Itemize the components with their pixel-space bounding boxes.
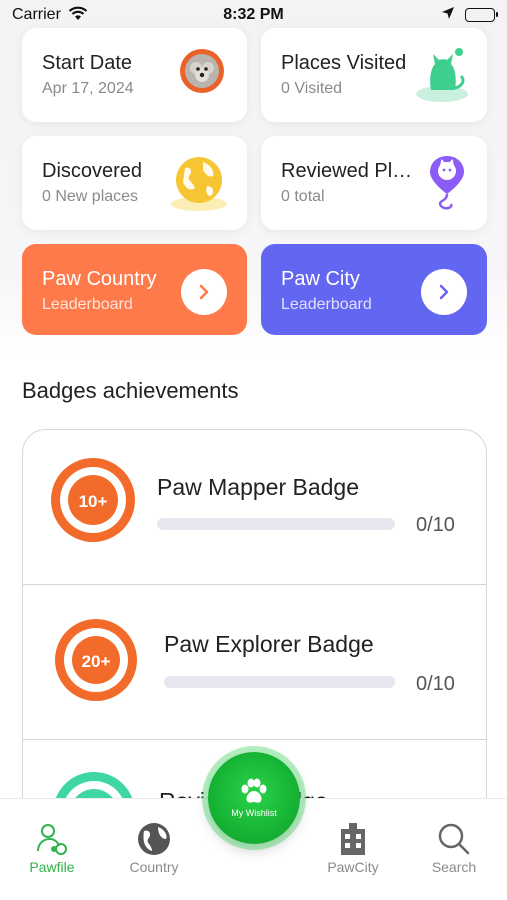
paw-country-title: Paw Country [42,268,157,290]
places-visited-title: Places Visited [281,52,407,74]
badges-section-title: Badges achievements [22,378,239,403]
search-icon [404,821,504,857]
paw-country-leaderboard-card[interactable]: Paw Country Leaderboard [22,244,247,335]
pawfile-icon [2,821,102,857]
badge-progress-bar [164,676,395,688]
start-date-value: Apr 17, 2024 [42,80,134,97]
tab-label: Pawfile [29,859,75,875]
svg-text:10+: 10+ [79,492,108,511]
discovered-value: 0 New places [42,188,139,205]
places-visited-value: 0 Visited [281,80,343,97]
paw-city-arrow-button[interactable] [421,269,467,315]
map-pin-cat-icon [427,154,467,217]
tab-pawcity[interactable]: PawCity [303,799,403,889]
reviewed-places-value: 0 total [281,188,325,205]
reviewed-places-title: Reviewed Places [281,160,423,182]
paw-icon [241,778,267,803]
location-arrow-icon [441,6,455,25]
globe-tab-icon [104,821,204,857]
tab-country[interactable]: Country [104,799,204,889]
cat-icon [415,44,469,107]
places-visited-card: Places Visited 0 Visited [261,28,487,122]
tab-pawfile[interactable]: Pawfile [2,799,102,889]
badge-name: Paw Explorer Badge [164,631,374,657]
badge-progress-count: 0/10 [416,673,455,695]
svg-text:20+: 20+ [82,652,111,671]
paw-city-subtitle: Leaderboard [281,296,372,313]
paw-country-arrow-button[interactable] [181,269,227,315]
discovered-card: Discovered 0 New places [22,136,247,230]
clock: 8:32 PM [223,6,284,23]
tab-label: PawCity [327,859,379,875]
tab-label: Search [431,859,477,875]
city-building-icon [303,821,403,857]
medal-20-icon: 20+ [53,617,139,708]
my-wishlist-button[interactable]: My Wishlist [208,752,300,844]
globe-icon [169,152,229,217]
chevron-right-icon [199,284,209,300]
tab-label: Country [129,859,179,875]
tab-search[interactable]: Search [404,799,504,889]
badge-progress-count: 0/10 [416,514,455,536]
badge-name: Paw Mapper Badge [157,474,360,500]
reviewed-places-card: Reviewed Places 0 total [261,136,487,230]
start-date-card: Start Date Apr 17, 2024 [22,28,247,122]
status-bar: Carrier 8:32 PM [0,0,507,30]
my-wishlist-label: My Wishlist [231,808,277,818]
badge-progress-bar [157,518,395,530]
paw-city-leaderboard-card[interactable]: Paw City Leaderboard [261,244,487,335]
chevron-right-icon [439,284,449,300]
dog-avatar-icon [179,48,225,99]
start-date-title: Start Date [42,52,133,74]
paw-city-title: Paw City [281,268,360,290]
badge-row-paw-explorer[interactable]: 20+ Paw Explorer Badge 0/10 [23,585,486,740]
badge-row-paw-mapper[interactable]: 10+ Paw Mapper Badge 0/10 [23,430,486,585]
battery-icon [465,8,498,22]
medal-10-icon: 10+ [49,456,137,549]
paw-country-subtitle: Leaderboard [42,296,133,313]
discovered-title: Discovered [42,160,143,182]
